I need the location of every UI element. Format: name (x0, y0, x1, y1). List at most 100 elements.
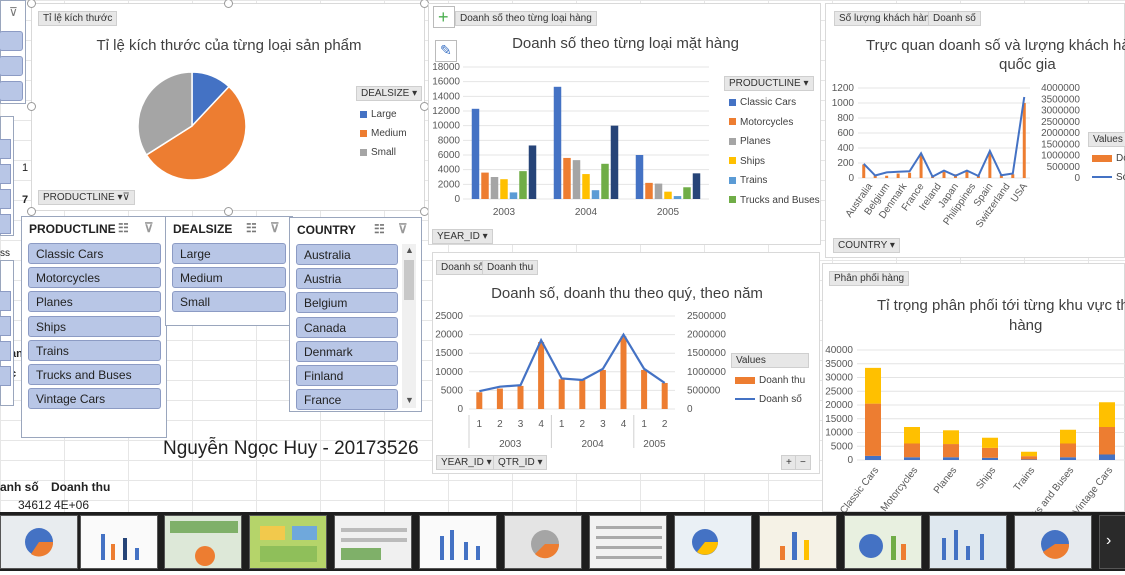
distribution-chart-panel[interactable]: Phân phối hàng Tỉ trọng phân phối tới từ… (822, 263, 1125, 512)
clear-filter-icon[interactable]: ⊽ (398, 221, 408, 237)
thumbnail[interactable] (249, 515, 327, 569)
resize-handle[interactable] (224, 207, 233, 216)
values-legend-header: Values (1088, 132, 1125, 147)
collapse-button[interactable]: − (795, 455, 811, 470)
legend-item: Classic Cars (729, 93, 820, 113)
pie-chart-panel[interactable]: Tỉ lệ kích thước Tỉ lệ kích thước của từ… (31, 3, 425, 211)
slicer-item[interactable]: Small (172, 291, 286, 313)
multi-select-icon[interactable]: ☷ (246, 221, 257, 235)
slicer-item[interactable]: Motorcycles (28, 267, 161, 289)
y2-tick-label: 0 (1074, 173, 1080, 184)
quarter-chart-panel[interactable]: Doanh số Doanh thu Doanh số, doanh thu t… (432, 252, 820, 474)
slicer-item[interactable]: Medium (172, 267, 286, 289)
slicer-item[interactable]: Ships (28, 315, 161, 337)
thumbnail[interactable] (504, 515, 582, 569)
pivot-field-tag[interactable]: Số lượng khách hàng (834, 11, 941, 26)
bar (1011, 174, 1015, 178)
thumbnail[interactable] (589, 515, 667, 569)
thumbnail[interactable] (1014, 515, 1092, 569)
clear-filter-icon[interactable]: ⊽ (144, 220, 154, 236)
edge-text: ss (0, 248, 10, 259)
header-cell[interactable]: Doanh thu (51, 480, 110, 494)
thumbnail[interactable] (1099, 515, 1125, 569)
pivot-field-tag[interactable]: Doanh số theo từng loại hàng (455, 11, 597, 26)
slicer-item[interactable]: Classic Cars (28, 243, 161, 264)
productline-slicer[interactable]: PRODUCTLINE ☷ ⊽ Classic Cars Motorcycles P… (21, 216, 167, 438)
bar (661, 382, 668, 409)
value-cell[interactable]: 4E+06 (54, 498, 89, 512)
slicer-item[interactable]: Trucks and Buses (28, 364, 161, 385)
clear-filter-icon[interactable]: ⊽ (270, 220, 280, 236)
thumbnail[interactable] (759, 515, 837, 569)
slicer-item[interactable]: Belgium (296, 292, 398, 314)
bar (601, 163, 609, 199)
y-tick-label: 25000 (435, 311, 463, 322)
productline-field-button[interactable]: PRODUCTLINE ▾⊽ (38, 190, 135, 205)
bar (654, 183, 663, 199)
quarter-label: 1 (477, 419, 483, 430)
slicer-item[interactable]: Vintage Cars (28, 388, 161, 410)
legend-item: Planes (729, 132, 820, 152)
thumbnail[interactable] (80, 515, 158, 569)
thumbnail[interactable] (674, 515, 752, 569)
stacked-bar (1021, 456, 1037, 460)
filter-icon[interactable]: ⊽ (9, 5, 18, 19)
pivot-field-tag[interactable]: Phân phối hàng (829, 271, 910, 286)
bar-chart-panel[interactable]: + Doanh số theo từng loại hàng ✎ Doanh s… (428, 3, 821, 245)
slicer-item[interactable]: Canada (296, 316, 398, 338)
scroll-down-icon[interactable]: ▼ (405, 395, 414, 405)
resize-handle[interactable] (27, 102, 36, 111)
resize-handle[interactable] (27, 207, 36, 216)
country-slicer[interactable]: COUNTRY ☷ ⊽ Australia Austria Belgium Canad… (289, 217, 422, 412)
quarter-field-button[interactable]: QTR_ID ▾ (493, 455, 548, 470)
pivot-field-tag[interactable]: Doanh số (928, 11, 981, 26)
country-chart-panel[interactable]: Số lượng khách hàng Doanh số Trực quan d… (825, 3, 1125, 258)
x-tick-label: 2003 (493, 207, 516, 218)
stacked-bar (1099, 454, 1115, 460)
y-tick-label: 18000 (432, 62, 460, 73)
stacked-bar (904, 457, 920, 460)
line-series (863, 96, 1026, 179)
slicer-scrollbar[interactable]: ▲ ▼ (402, 244, 416, 408)
pivot-field-tag[interactable]: Doanh số (436, 260, 489, 275)
slicer-item[interactable]: Australia (296, 244, 398, 265)
thumbnail[interactable] (0, 515, 78, 569)
dealsize-field-button[interactable]: DEALSIZE ▾ (356, 86, 423, 101)
thumbnail[interactable] (419, 515, 497, 569)
slicer-item[interactable]: Trains (28, 339, 161, 361)
slicer-item[interactable]: Denmark (296, 340, 398, 362)
dealsize-slicer[interactable]: DEALSIZE ☷ ⊽ Large Medium Small (165, 216, 293, 326)
year-field-button[interactable]: YEAR_ID ▾ (436, 455, 497, 470)
slicer-item[interactable]: Finland (296, 365, 398, 386)
y2-tick-label: 2000000 (1041, 128, 1080, 139)
multi-select-icon[interactable]: ☷ (374, 222, 385, 236)
thumbnail[interactable] (334, 515, 412, 569)
slicer-item[interactable]: Austria (296, 268, 398, 290)
slicer-item[interactable]: Large (172, 243, 286, 264)
value-cell[interactable]: 34612 (18, 498, 51, 512)
pivot-field-tag[interactable]: Tỉ lệ kích thước (38, 11, 118, 26)
y-tick-label: 16000 (432, 77, 460, 88)
y-tick-label: 4000 (438, 165, 461, 176)
header-cell[interactable]: anh số (0, 480, 39, 494)
bar (988, 152, 992, 178)
productline-field-button[interactable]: PRODUCTLINE ▾ (724, 76, 814, 91)
bar (476, 392, 483, 409)
slicer-item[interactable]: France (296, 389, 398, 411)
thumbnail[interactable] (929, 515, 1007, 569)
next-arrow-icon[interactable]: › (1106, 532, 1111, 550)
y2-tick-label: 1000000 (1041, 151, 1080, 162)
y2-tick-label: 500000 (687, 385, 721, 396)
country-field-button[interactable]: COUNTRY ▾ (833, 238, 900, 253)
year-field-button[interactable]: YEAR_ID ▾ (432, 229, 493, 244)
multi-select-icon[interactable]: ☷ (118, 221, 129, 235)
add-chart-element-icon[interactable]: + (433, 6, 455, 28)
slicer-item[interactable]: Planes (28, 291, 161, 313)
legend-item: Motorcycles (729, 113, 820, 133)
bar (1022, 103, 1026, 178)
scroll-up-icon[interactable]: ▲ (405, 245, 414, 255)
thumbnail[interactable] (164, 515, 242, 569)
thumbnail[interactable] (844, 515, 922, 569)
bar (563, 157, 571, 199)
pivot-field-tag[interactable]: Doanh thu (482, 260, 539, 275)
